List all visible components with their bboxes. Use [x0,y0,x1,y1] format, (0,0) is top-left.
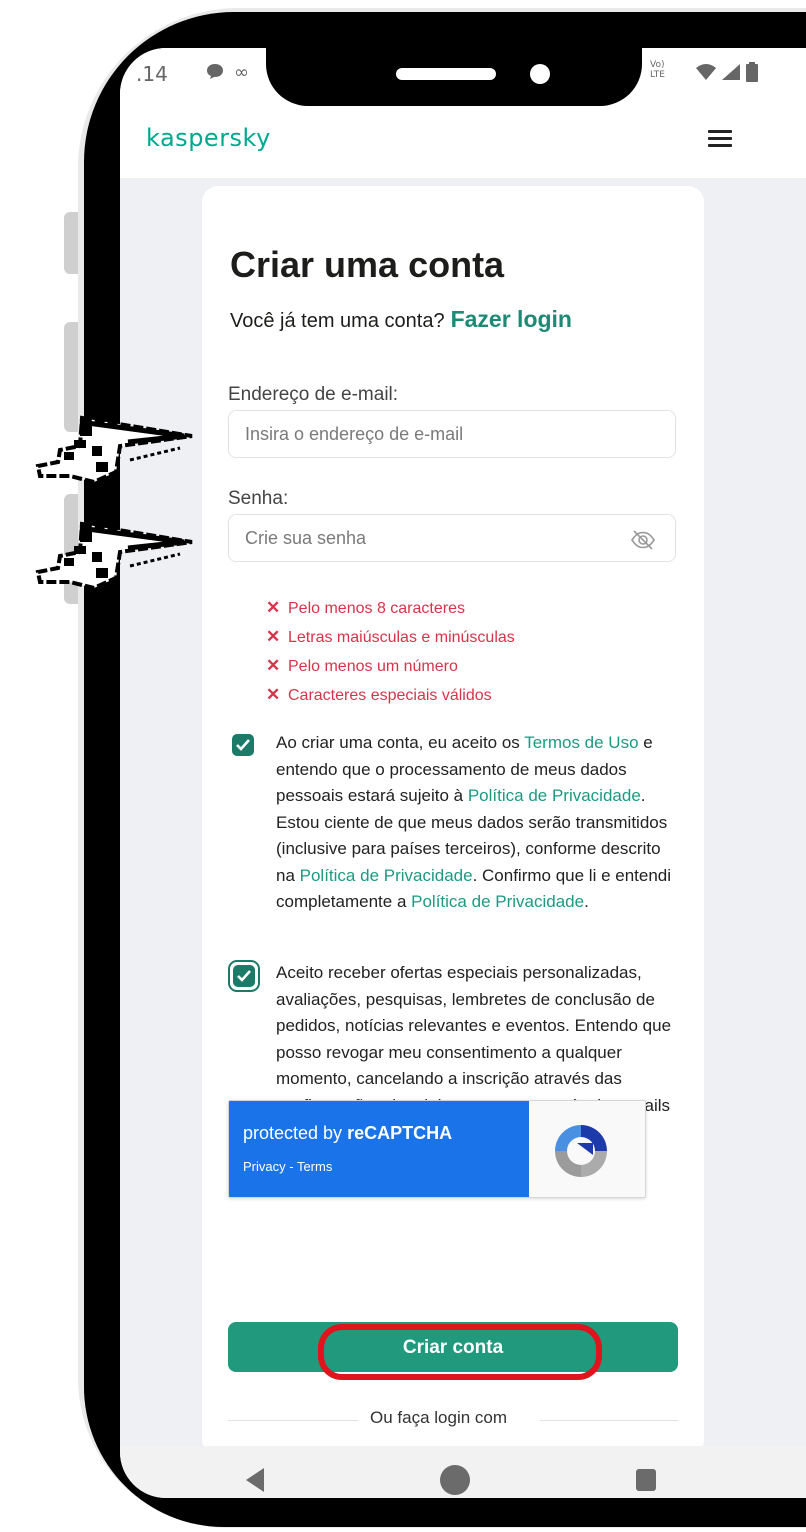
password-rule-text: Pelo menos 8 caracteres [288,600,465,617]
recaptcha-brand: reCAPTCHA [347,1123,453,1143]
password-rule: ✕ Pelo menos um número [266,652,515,681]
privacy-policy-link[interactable]: Política de Privacidade [300,866,473,885]
chat-icon [206,62,224,85]
recaptcha-links: Privacy - Terms [243,1159,332,1174]
recaptcha-terms-link[interactable]: Terms [297,1159,332,1174]
recaptcha-logo-icon [555,1125,607,1177]
privacy-policy-link[interactable]: Política de Privacidade [411,892,584,911]
recaptcha-widget: protected by reCAPTCHA Privacy - Terms [228,1100,646,1198]
checkmark-icon [236,739,250,751]
divider-line [540,1420,678,1421]
password-label: Senha: [228,488,289,509]
password-rule-text: Pelo menos um número [288,658,458,675]
front-camera [530,64,550,84]
phone-screen: .14 ∞ Vo) LTE kaspersky Criar uma conta … [120,48,806,1498]
alt-login-text: Ou faça login com [370,1408,508,1427]
password-rule-text: Caracteres especiais válidos [288,687,492,704]
login-prompt: Você já tem uma conta? Fazer login [230,306,572,333]
volte-icon: Vo) LTE [650,60,665,80]
phone-notch [266,48,642,106]
recaptcha-title: protected by reCAPTCHA [243,1123,452,1144]
page-title: Criar uma conta [230,244,505,285]
x-icon: ✕ [266,656,281,675]
password-rule: ✕ Pelo menos 8 caracteres [266,594,515,623]
privacy-policy-link[interactable]: Política de Privacidade [468,786,641,805]
battery-icon [746,62,758,87]
pointing-hand-cursor-icon [35,415,193,485]
password-input[interactable] [228,514,676,562]
password-rules: ✕ Pelo menos 8 caracteres ✕ Letras maiúscu… [266,594,515,710]
nav-home-icon[interactable] [440,1465,470,1495]
recaptcha-privacy-link[interactable]: Privacy [243,1159,286,1174]
speaker-slot [396,68,496,80]
email-label: Endereço de e-mail: [228,384,399,405]
marketing-checkbox[interactable] [233,965,255,987]
terms-consent-text: Ao criar uma conta, eu aceito os Termos … [276,730,676,916]
x-icon: ✕ [266,598,281,617]
wifi-icon [696,64,716,85]
divider-line [228,1420,358,1421]
highlight-annotation [318,1324,602,1380]
infinity-icon: ∞ [234,62,249,83]
pointing-hand-cursor-icon [35,521,193,591]
kaspersky-logo[interactable]: kaspersky [146,124,271,152]
terms-text: Ao criar uma conta, eu aceito os [276,733,525,752]
x-icon: ✕ [266,627,281,646]
x-icon: ✕ [266,685,281,704]
password-rule: ✕ Caracteres especiais válidos [266,681,515,710]
checkmark-icon [237,970,251,982]
terms-checkbox[interactable] [232,734,254,756]
eye-off-icon[interactable] [630,530,656,550]
password-rule-text: Letras maiúsculas e minúsculas [288,629,515,646]
login-link[interactable]: Fazer login [451,306,572,332]
email-input[interactable] [228,410,676,458]
nav-back-icon[interactable] [246,1468,264,1492]
recaptcha-badge: protected by reCAPTCHA Privacy - Terms [229,1101,529,1197]
password-rule: ✕ Letras maiúsculas e minúsculas [266,623,515,652]
status-time: .14 [136,62,168,86]
login-prompt-text: Você já tem uma conta? [230,310,445,332]
hamburger-menu-icon[interactable] [708,130,732,147]
nav-recents-icon[interactable] [636,1469,656,1491]
recaptcha-title-prefix: protected by [243,1123,348,1143]
recaptcha-separator: - [285,1159,297,1174]
terms-of-use-link[interactable]: Termos de Uso [524,733,638,752]
terms-text: . [584,892,589,911]
signal-icon [722,64,740,85]
